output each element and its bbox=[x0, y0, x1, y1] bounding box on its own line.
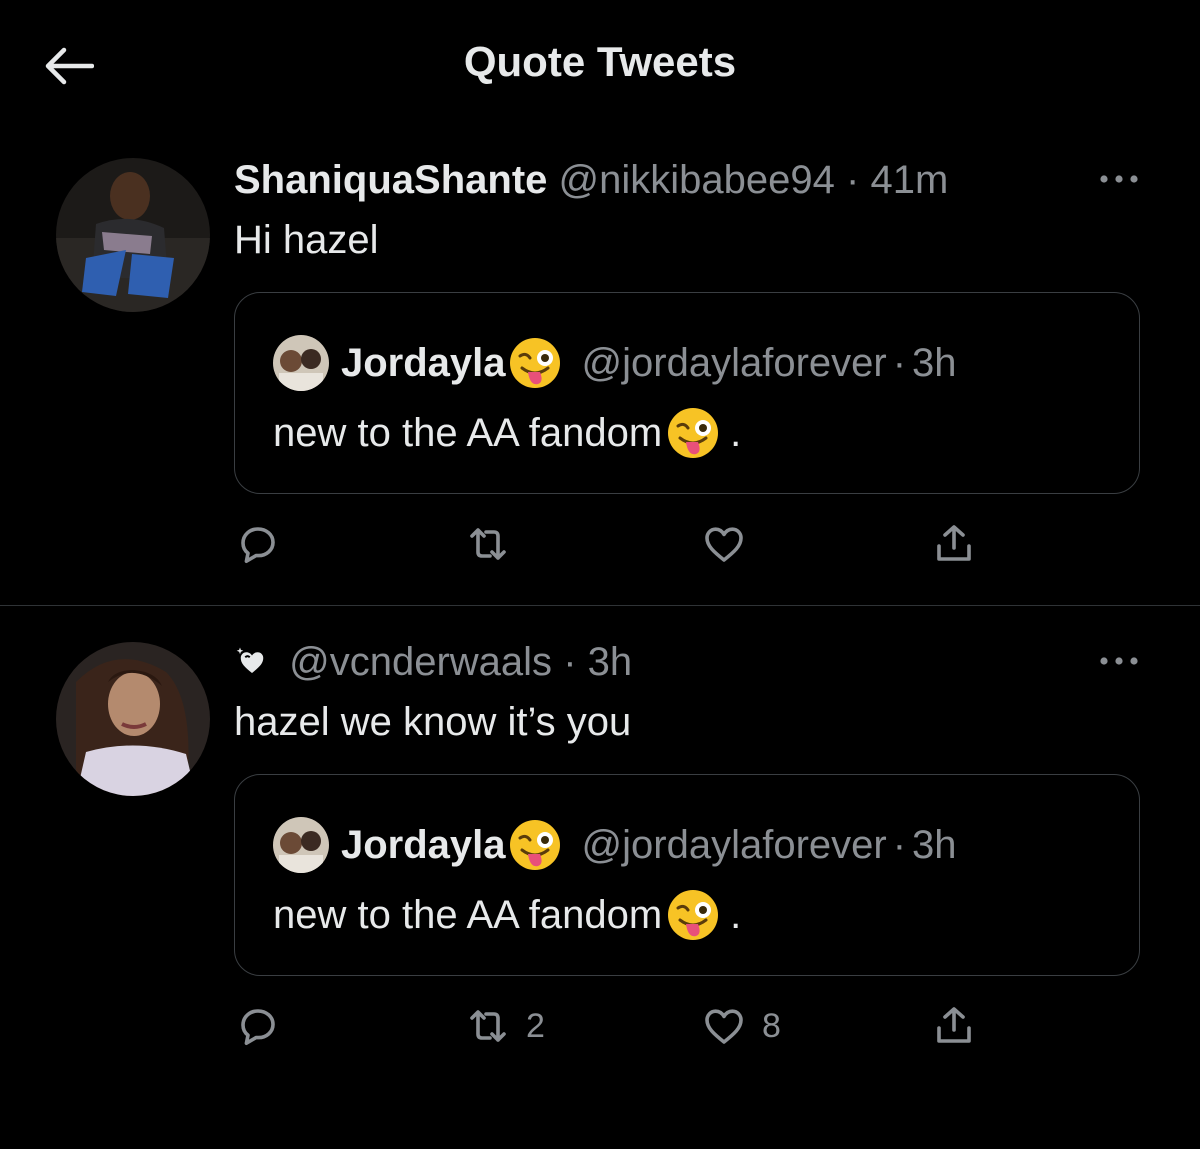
reply-icon bbox=[241, 1009, 275, 1045]
tweet-text: Hi hazel bbox=[234, 218, 379, 262]
page-title: Quote Tweets bbox=[463, 38, 737, 85]
quoted-tweet-header: Jordayla @jordaylaforever · 3h bbox=[273, 335, 957, 391]
handle: @jordaylaforever bbox=[581, 823, 887, 867]
more-horizontal-icon bbox=[1100, 175, 1138, 183]
like-button[interactable]: 8 bbox=[700, 996, 781, 1056]
quoted-tweet-text: new to the AA fandom bbox=[273, 893, 663, 937]
like-count: 8 bbox=[762, 1006, 781, 1045]
winking-face-with-tongue-icon bbox=[509, 338, 560, 388]
tweet-actions: 2 8 bbox=[234, 996, 1140, 1056]
separator: · bbox=[892, 823, 907, 867]
avatar bbox=[273, 335, 329, 391]
avatar[interactable] bbox=[56, 642, 210, 796]
retweet-count: 2 bbox=[526, 1006, 545, 1045]
quoted-tweet-text: new to the AA fandom bbox=[273, 411, 663, 455]
winking-face-with-tongue-icon bbox=[668, 890, 719, 940]
winking-face-with-tongue-icon bbox=[668, 408, 719, 458]
avatar[interactable] bbox=[56, 158, 210, 312]
retweet-icon bbox=[470, 528, 506, 560]
header: Quote Tweets bbox=[0, 0, 1200, 130]
separator: · bbox=[892, 341, 907, 385]
display-name: Jordayla bbox=[341, 823, 506, 867]
more-horizontal-icon bbox=[1100, 657, 1138, 665]
quoted-tweet[interactable]: Jordayla @jordaylaforever · 3h new to th… bbox=[234, 292, 1140, 494]
tweet-actions bbox=[234, 514, 1140, 574]
quoted-tweet-text-suffix: . bbox=[730, 893, 742, 937]
separator: · bbox=[846, 158, 860, 202]
tweet-text: hazel we know it’s you bbox=[234, 700, 632, 744]
handle[interactable]: @nikkibabee94 bbox=[559, 158, 835, 202]
share-button[interactable] bbox=[930, 996, 978, 1056]
display-name: Jordayla bbox=[341, 341, 506, 385]
share-icon bbox=[937, 1007, 971, 1043]
like-button[interactable] bbox=[700, 514, 762, 574]
timestamp[interactable]: 3h bbox=[588, 640, 633, 684]
quoted-tweet-text-line: new to the AA fandom . bbox=[273, 405, 741, 461]
handle: @jordaylaforever bbox=[581, 341, 887, 385]
heart-icon bbox=[705, 1009, 743, 1044]
winking-face-with-tongue-icon bbox=[509, 820, 560, 870]
avatar bbox=[273, 817, 329, 873]
separator: · bbox=[563, 640, 577, 684]
quoted-tweet-text-line: new to the AA fandom . bbox=[273, 887, 741, 943]
share-button[interactable] bbox=[930, 514, 978, 574]
display-name[interactable]: ShaniquaShante bbox=[234, 158, 547, 202]
retweet-button[interactable] bbox=[464, 514, 526, 574]
handle[interactable]: @vcnderwaals bbox=[289, 640, 552, 684]
timestamp: 3h bbox=[912, 823, 957, 867]
timestamp[interactable]: 41m bbox=[870, 158, 948, 202]
quoted-tweet-text-suffix: . bbox=[730, 411, 742, 455]
timestamp: 3h bbox=[912, 341, 957, 385]
quoted-tweet-header: Jordayla @jordaylaforever · 3h bbox=[273, 817, 957, 873]
reply-button[interactable] bbox=[234, 996, 296, 1056]
heart-sparkle-icon bbox=[236, 647, 264, 673]
tweet-header: ShaniquaShante @nikkibabee94 · 41m bbox=[234, 156, 948, 204]
tweet[interactable]: @vcnderwaals · 3h hazel we know it’s you… bbox=[0, 606, 1200, 1149]
reply-icon bbox=[241, 527, 275, 563]
retweet-button[interactable]: 2 bbox=[464, 996, 545, 1056]
reply-button[interactable] bbox=[234, 514, 296, 574]
retweet-icon bbox=[470, 1010, 506, 1042]
quoted-tweet[interactable]: Jordayla @jordaylaforever · 3h new to th… bbox=[234, 774, 1140, 976]
tweet-header: @vcnderwaals · 3h bbox=[234, 638, 632, 686]
heart-icon bbox=[705, 527, 743, 562]
more-button[interactable] bbox=[1094, 164, 1144, 194]
share-icon bbox=[937, 525, 971, 561]
more-button[interactable] bbox=[1094, 646, 1144, 676]
tweet[interactable]: ShaniquaShante @nikkibabee94 · 41m Hi ha… bbox=[0, 130, 1200, 605]
